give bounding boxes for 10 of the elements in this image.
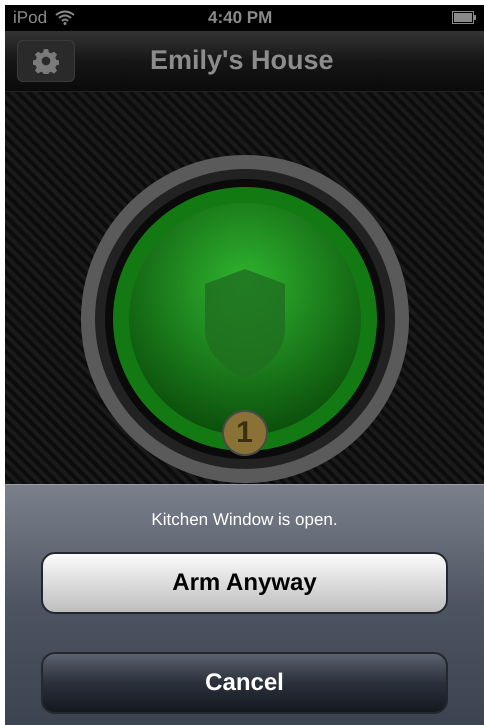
confirm-button[interactable]: Arm Anyway bbox=[41, 552, 448, 614]
carrier-text: iPod bbox=[13, 7, 48, 30]
settings-button[interactable] bbox=[17, 40, 75, 82]
alert-message: Kitchen Window is open. bbox=[151, 508, 338, 531]
settings-icon bbox=[33, 48, 59, 74]
nav-title: Emily's House bbox=[150, 44, 334, 78]
cancel-button[interactable]: Cancel bbox=[41, 652, 448, 714]
clock-text: 4:40 PM bbox=[208, 7, 272, 30]
battery-icon bbox=[452, 11, 476, 24]
wifi-icon bbox=[55, 10, 76, 26]
